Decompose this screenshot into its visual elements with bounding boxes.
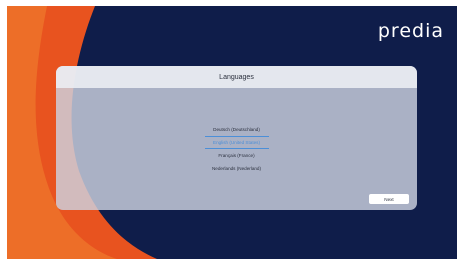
dialog-header: Languages [56, 66, 417, 88]
language-option-deutsch[interactable]: Deutsch (Deutschland) [205, 123, 269, 136]
languages-dialog: Languages Deutsch (Deutschland) English … [56, 66, 417, 210]
dialog-title: Languages [219, 73, 254, 81]
language-list: Deutsch (Deutschland) English (United St… [56, 123, 417, 175]
language-option-nederlands[interactable]: Nederlands (Nederland) [205, 162, 269, 175]
language-option-francais[interactable]: Français (France) [205, 149, 269, 162]
next-button[interactable]: Next [369, 194, 409, 204]
predia-logo: predia [377, 20, 444, 42]
language-option-english-selected[interactable]: English (United States) [204, 136, 269, 149]
setup-screen: predia Languages Deutsch (Deutschland) E… [7, 6, 457, 259]
